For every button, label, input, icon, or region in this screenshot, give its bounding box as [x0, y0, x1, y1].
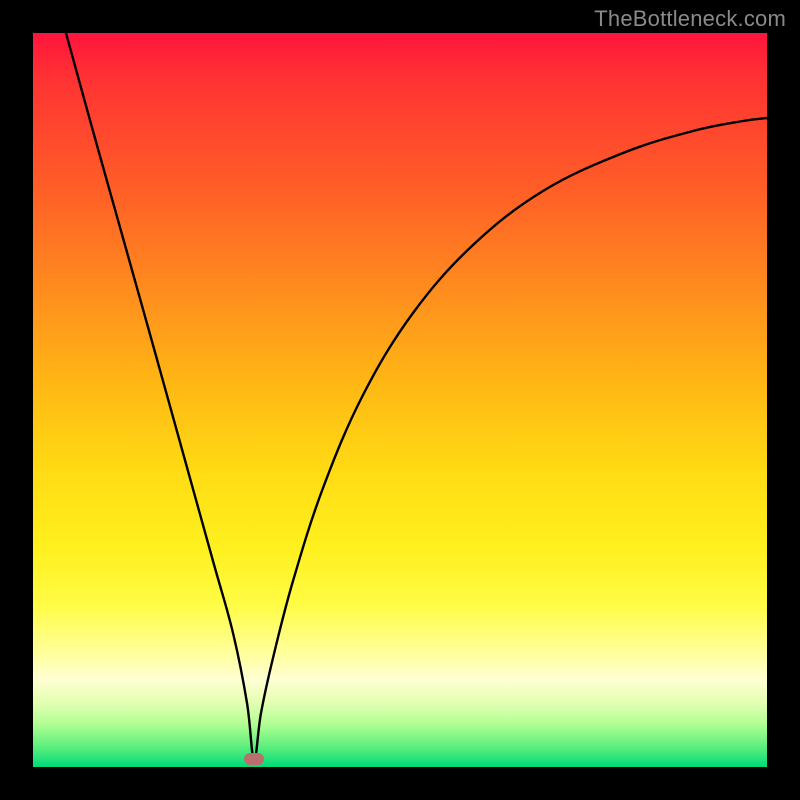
curve-path [66, 33, 767, 760]
optimal-point-marker [244, 753, 264, 765]
bottleneck-curve [33, 33, 767, 767]
watermark-text: TheBottleneck.com [594, 6, 786, 32]
chart-plot-area [33, 33, 767, 767]
chart-frame: TheBottleneck.com [0, 0, 800, 800]
